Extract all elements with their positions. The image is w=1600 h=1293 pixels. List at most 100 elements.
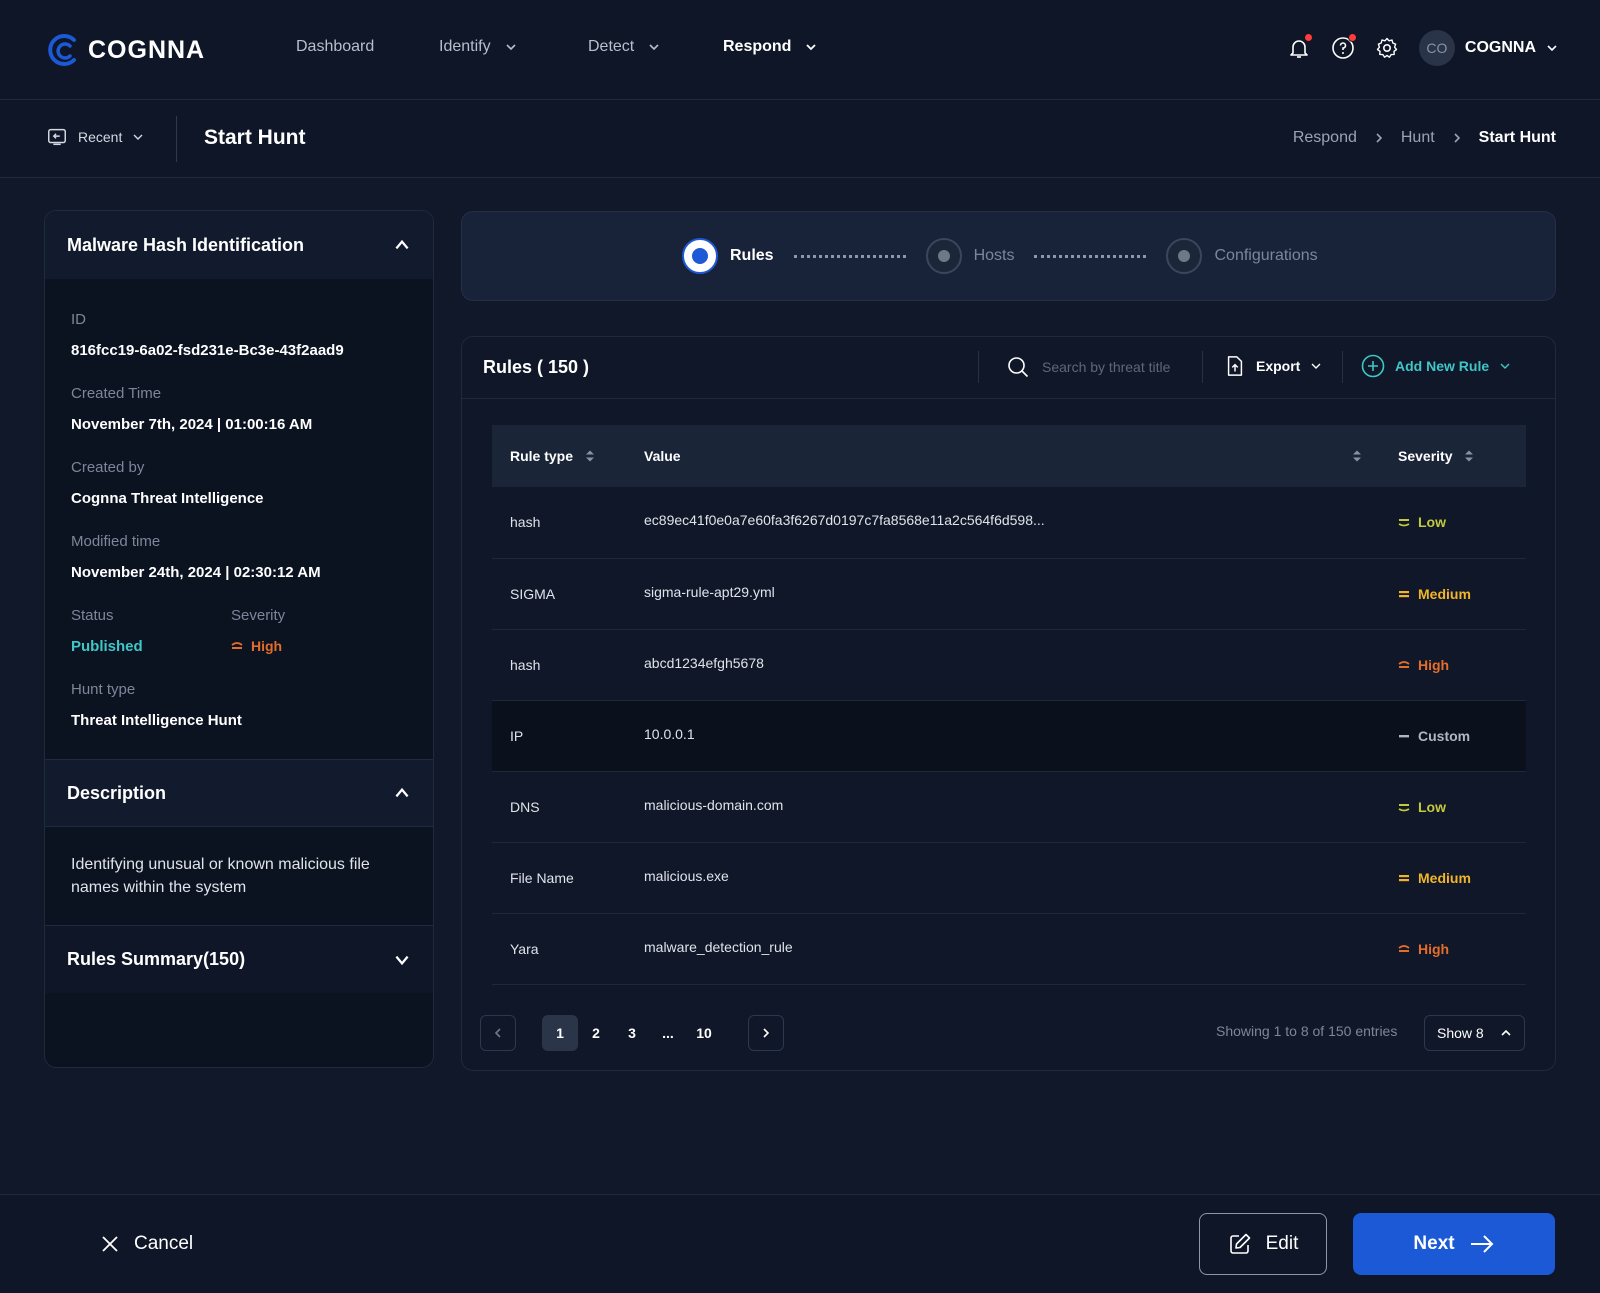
nav-identify-label: Identify [439, 38, 491, 55]
rule-value-cell: malicious-domain.com [644, 796, 784, 813]
chevron-up-icon[interactable] [393, 784, 411, 802]
rule-type-cell: DNS [510, 798, 540, 815]
severity-high-icon [1398, 944, 1410, 952]
notifications-button[interactable] [1287, 33, 1313, 60]
chevron-down-icon [806, 44, 817, 51]
breadcrumb-hunt[interactable]: Hunt [1401, 129, 1435, 147]
chevron-down-icon [1500, 363, 1510, 369]
nav-dashboard[interactable]: Dashboard [296, 38, 374, 56]
recent-icon [48, 128, 66, 146]
sort-icon[interactable] [585, 449, 595, 463]
rules-summary-title: Rules Summary(150) [67, 949, 246, 969]
created-time-label: Created Time [71, 385, 162, 402]
gear-icon [1376, 37, 1398, 58]
status-label: Status [71, 607, 114, 624]
hunt-stepper: Rules Hosts Configurations [461, 211, 1556, 301]
rule-value-cell: ec89ec41f0e0a7e60fa3f6267d0197c7fa8568e1… [644, 512, 1045, 529]
severity-cell: Low [1380, 487, 1526, 558]
cognna-logo[interactable]: COGNNA [44, 30, 205, 70]
next-label: Next [1413, 1233, 1455, 1254]
details-title: Malware Hash Identification [67, 234, 305, 255]
nav-respond[interactable]: Respond [723, 38, 817, 56]
description-header[interactable]: Description [45, 759, 433, 827]
edit-button[interactable]: Edit [1199, 1213, 1327, 1275]
page-3[interactable]: 3 [614, 1015, 650, 1051]
page-2[interactable]: 2 [578, 1015, 614, 1051]
severity-cell: Low [1380, 771, 1526, 842]
created-time-value: November 7th, 2024 | 01:00:16 AM [71, 416, 313, 433]
hunt-details-panel: Malware Hash Identification ID 816fcc19-… [44, 210, 434, 1068]
col-value[interactable]: Value [626, 425, 1380, 487]
description-title: Description [67, 782, 167, 803]
breadcrumb-respond[interactable]: Respond [1293, 129, 1357, 147]
help-button[interactable] [1331, 33, 1357, 60]
nav-detect[interactable]: Detect [588, 38, 660, 56]
severity-high-icon [1398, 660, 1410, 668]
hunt-type-value: Threat Intelligence Hunt [71, 712, 242, 729]
step-hosts[interactable]: Hosts [925, 238, 1014, 274]
rules-search[interactable] [1006, 355, 1192, 379]
severity-low-icon [1398, 519, 1410, 527]
plus-circle-icon [1361, 354, 1385, 378]
rule-value-cell: sigma-rule-apt29.yml [644, 583, 775, 600]
rule-type-cell: hash [510, 514, 541, 531]
details-header[interactable]: Malware Hash Identification [45, 211, 433, 279]
edit-label: Edit [1265, 1233, 1299, 1254]
table-row[interactable]: hash abcd1234efgh5678 High [492, 629, 1526, 700]
severity-value: High [231, 638, 391, 654]
nav-respond-label: Respond [723, 38, 792, 55]
nav-identify[interactable]: Identify [439, 38, 517, 56]
next-button[interactable]: Next [1353, 1213, 1555, 1275]
id-label: ID [71, 311, 86, 328]
details-body: ID 816fcc19-6a02-fsd231e-Bc3e-43f2aad9 C… [45, 311, 433, 729]
page-size-label: Show 8 [1437, 1025, 1484, 1041]
severity-cell: High [1380, 629, 1526, 700]
cancel-button[interactable]: Cancel [100, 1233, 193, 1255]
step-configurations[interactable]: Configurations [1166, 238, 1318, 274]
status-value: Published [71, 638, 143, 655]
export-button[interactable]: Export [1224, 354, 1322, 378]
rules-summary-header[interactable]: Rules Summary(150) [45, 925, 433, 993]
sort-icon[interactable] [1464, 449, 1474, 463]
created-by-label: Created by [71, 459, 145, 476]
rule-value-cell: malware_detection_rule [644, 938, 793, 955]
file-export-icon [1227, 356, 1243, 376]
rule-value-cell: malicious.exe [644, 867, 729, 884]
export-label: Export [1256, 358, 1301, 374]
severity-text: Custom [1418, 727, 1471, 744]
page-10[interactable]: 10 [686, 1015, 722, 1051]
settings-button[interactable] [1375, 36, 1399, 60]
chevron-down-icon[interactable] [393, 951, 411, 969]
page-size-select[interactable]: Show 8 [1424, 1015, 1525, 1051]
recent-button[interactable]: Recent [46, 126, 144, 148]
table-row[interactable]: IP 10.0.0.1 Custom [492, 700, 1526, 771]
table-row[interactable]: Yara malware_detection_rule High [492, 913, 1526, 984]
recent-label: Recent [78, 129, 123, 145]
user-menu[interactable]: CO COGNNA [1418, 30, 1558, 66]
toolbar-divider [1342, 351, 1343, 383]
step-rules[interactable]: Rules [682, 238, 774, 274]
rule-type-cell: File Name [510, 869, 574, 886]
col-rule-type[interactable]: Rule type [492, 425, 626, 487]
severity-label: Severity [231, 607, 286, 624]
search-input[interactable] [1042, 359, 1192, 375]
next-page-button[interactable] [748, 1015, 784, 1051]
table-row[interactable]: hash ec89ec41f0e0a7e60fa3f6267d0197c7fa85… [492, 487, 1526, 558]
add-new-rule-button[interactable]: Add New Rule [1361, 354, 1511, 378]
notification-dot [1303, 33, 1313, 42]
page-1[interactable]: 1 [542, 1015, 578, 1051]
table-row[interactable]: DNS malicious-domain.com Low [492, 771, 1526, 842]
severity-medium-icon [1399, 874, 1409, 881]
severity-medium-icon [1399, 590, 1409, 597]
chevron-up-icon[interactable] [393, 236, 411, 254]
prev-page-button[interactable] [480, 1015, 516, 1051]
sort-icon[interactable] [1352, 449, 1362, 463]
breadcrumb: Respond Hunt Start Hunt [1293, 129, 1556, 147]
hunt-type-label: Hunt type [71, 681, 136, 698]
table-row[interactable]: SIGMA sigma-rule-apt29.yml Medium [492, 558, 1526, 629]
nav-detect-label: Detect [588, 38, 635, 55]
table-row[interactable]: File Name malicious.exe Medium [492, 842, 1526, 913]
col-severity[interactable]: Severity [1380, 425, 1526, 487]
chevron-right-icon [1376, 133, 1383, 143]
step-rules-indicator [682, 238, 718, 274]
